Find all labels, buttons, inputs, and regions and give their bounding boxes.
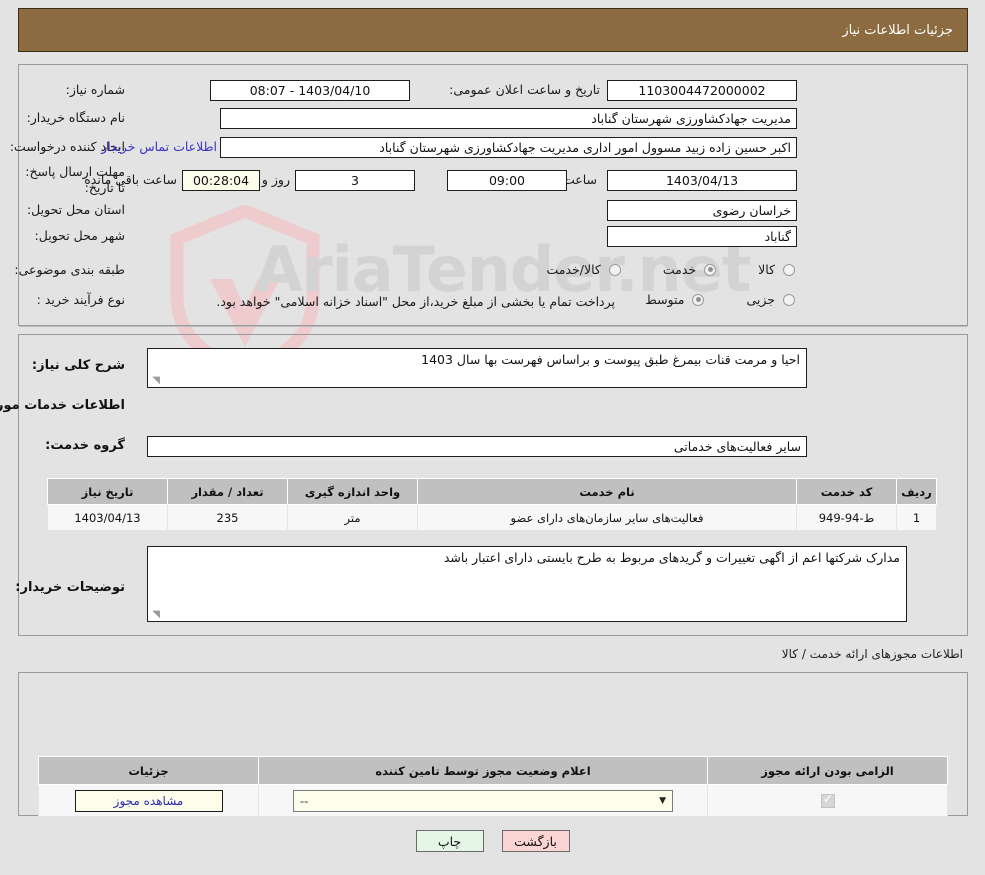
buyer-notes-label: توضیحات خریدار: bbox=[15, 580, 125, 595]
services-heading: اطلاعات خدمات مورد نیاز bbox=[0, 398, 125, 413]
col-unit: واحد اندازه گیری bbox=[287, 478, 418, 505]
need-number-label-wrap: شماره نیاز: bbox=[17, 82, 125, 97]
col-code: کد خدمت bbox=[796, 478, 897, 505]
cell-unit: متر bbox=[287, 504, 418, 531]
announce-datetime-label-wrap: تاریخ و ساعت اعلان عمومی: bbox=[449, 82, 600, 97]
city-field[interactable]: گناباد bbox=[607, 226, 797, 247]
permit-required-cell bbox=[707, 784, 948, 817]
classification-label: طبقه بندی موضوعی: bbox=[14, 262, 125, 277]
need-number-field[interactable]: 1103004472000002 bbox=[607, 80, 797, 101]
province-label: استان محل تحویل: bbox=[26, 202, 125, 217]
chevron-down-icon: ▼ bbox=[659, 795, 666, 806]
cell-code: ط-94-949 bbox=[796, 504, 897, 531]
need-summary-panel bbox=[18, 64, 968, 326]
cell-row: 1 bbox=[896, 504, 937, 531]
process-radio-1[interactable] bbox=[692, 293, 705, 306]
creator-field[interactable]: اکبر حسین زاده زبید مسوول امور اداری مدی… bbox=[220, 137, 797, 158]
col-name: نام خدمت bbox=[417, 478, 797, 505]
announce-datetime-field[interactable]: 1403/04/10 - 08:07 bbox=[210, 80, 410, 101]
col-qty: تعداد / مقدار bbox=[167, 478, 288, 505]
cell-name: فعالیت‌های سایر سازمان‌های دارای عضو bbox=[417, 504, 797, 531]
services-table: ردیف کد خدمت نام خدمت واحد اندازه گیری ت… bbox=[47, 478, 937, 531]
print-button[interactable]: چاپ bbox=[415, 830, 484, 852]
buyer-notes-textarea[interactable]: مدارک شرکتها اعم از اگهی تغییرات و گریده… bbox=[147, 546, 907, 622]
city-label-wrap: شهر محل تحویل: bbox=[35, 228, 125, 243]
permit-status-cell: ▼ -- bbox=[258, 784, 708, 817]
permit-row: ▼ -- مشاهده مجوز bbox=[38, 784, 948, 817]
buyer-org-label-wrap: نام دستگاه خریدار: bbox=[27, 110, 125, 125]
service-group-field[interactable]: سایر فعالیت‌های خدماتی bbox=[147, 436, 807, 457]
deadline-hour-label: ساعت bbox=[562, 172, 597, 187]
permit-status-select[interactable]: ▼ -- bbox=[293, 789, 673, 812]
announce-datetime-label: تاریخ و ساعت اعلان عمومی: bbox=[449, 82, 600, 97]
countdown-field: 00:28:04 bbox=[182, 170, 260, 191]
general-desc-label: شرح کلی نیاز: bbox=[31, 358, 125, 373]
col-date: تاریخ نیاز bbox=[47, 478, 168, 505]
deadline-date-field[interactable]: 1403/04/13 bbox=[607, 170, 797, 191]
buyer-org-label: نام دستگاه خریدار: bbox=[26, 110, 125, 125]
process-label: نوع فرآیند خرید : bbox=[36, 292, 125, 307]
permit-status-value: -- bbox=[300, 793, 309, 808]
payment-note: پرداخت تمام یا بخشی از مبلغ خرید،از محل … bbox=[216, 294, 615, 309]
back-button[interactable]: بازگشت bbox=[501, 830, 570, 852]
classification-radio-1[interactable] bbox=[704, 263, 717, 276]
general-desc-textarea[interactable]: احیا و مرمت قنات بیمرغ طبق پیوست و براسا… bbox=[147, 348, 807, 388]
process-label-0: جزیی bbox=[746, 292, 775, 307]
buyer-contact-link[interactable]: اطلاعات تماس خریدار bbox=[101, 139, 217, 154]
resize-grip-icon-2[interactable]: ◥ bbox=[150, 610, 160, 620]
permits-table-wrap: الزامی بودن ارائه مجوز اعلام وضعیت مجوز … bbox=[38, 756, 948, 817]
process-radio-group[interactable]: جزیی متوسط bbox=[645, 292, 795, 307]
page-title: جزئیات اطلاعات نیاز bbox=[18, 8, 968, 52]
permit-col-detail: جزئیات bbox=[38, 756, 259, 785]
remaining-days-field[interactable]: 3 bbox=[295, 170, 415, 191]
classification-label-wrap: طبقه بندی موضوعی: bbox=[14, 262, 125, 277]
process-label-1: متوسط bbox=[645, 292, 685, 307]
resize-grip-icon[interactable]: ◥ bbox=[150, 376, 160, 386]
cell-qty: 235 bbox=[167, 504, 288, 531]
city-label: شهر محل تحویل: bbox=[34, 228, 125, 243]
col-row: ردیف bbox=[896, 478, 937, 505]
table-row: 1 ط-94-949 فعالیت‌های سایر سازمان‌های دا… bbox=[47, 504, 937, 531]
permit-col-status: اعلام وضعیت مجوز توسط تامین کننده bbox=[258, 756, 708, 785]
classification-radio-0[interactable] bbox=[783, 263, 795, 276]
buyer-notes-text: مدارک شرکتها اعم از اگهی تغییرات و گریده… bbox=[443, 550, 900, 565]
classification-radio-2[interactable] bbox=[608, 263, 621, 276]
need-number-label: شماره نیاز: bbox=[65, 82, 125, 97]
footer-buttons: بازگشت چاپ bbox=[0, 830, 985, 852]
permit-detail-cell: مشاهده مجوز bbox=[38, 784, 259, 817]
process-label-wrap: نوع فرآیند خرید : bbox=[37, 292, 125, 307]
page-title-text: جزئیات اطلاعات نیاز bbox=[842, 22, 953, 38]
cell-date: 1403/04/13 bbox=[47, 504, 168, 531]
deadline-time-field[interactable]: 09:00 bbox=[447, 170, 567, 191]
province-label-wrap: استان محل تحویل: bbox=[27, 202, 125, 217]
buyer-org-field[interactable]: مدیریت جهادکشاورزی شهرستان گناباد bbox=[220, 108, 797, 129]
permit-required-checkbox bbox=[820, 792, 835, 808]
general-desc-text: احیا و مرمت قنات بیمرغ طبق پیوست و براسا… bbox=[421, 352, 800, 367]
remaining-days-label: روز و bbox=[261, 172, 290, 187]
process-radio-0[interactable] bbox=[783, 293, 795, 306]
permits-header-row: الزامی بودن ارائه مجوز اعلام وضعیت مجوز … bbox=[38, 756, 948, 785]
page-root: AriaTender.net جزئیات اطلاعات نیاز شماره… bbox=[0, 0, 985, 875]
classification-radio-group[interactable]: کالا خدمت کالا/خدمت bbox=[546, 262, 795, 277]
permits-section-label: اطلاعات مجوزهای ارائه خدمت / کالا bbox=[781, 647, 963, 661]
section-divider-1 bbox=[19, 326, 967, 327]
countdown-label: ساعت باقی مانده bbox=[84, 172, 177, 187]
classification-label-2: کالا/خدمت bbox=[546, 262, 601, 277]
service-group-label: گروه خدمت: bbox=[45, 438, 125, 453]
classification-label-1: خدمت bbox=[662, 262, 697, 277]
view-permit-button[interactable]: مشاهده مجوز bbox=[74, 789, 223, 812]
services-table-header-row: ردیف کد خدمت نام خدمت واحد اندازه گیری ت… bbox=[47, 478, 937, 505]
classification-label-0: کالا bbox=[758, 262, 775, 277]
province-field[interactable]: خراسان رضوی bbox=[607, 200, 797, 221]
permits-table: الزامی بودن ارائه مجوز اعلام وضعیت مجوز … bbox=[38, 756, 948, 817]
permit-col-required: الزامی بودن ارائه مجوز bbox=[707, 756, 948, 785]
